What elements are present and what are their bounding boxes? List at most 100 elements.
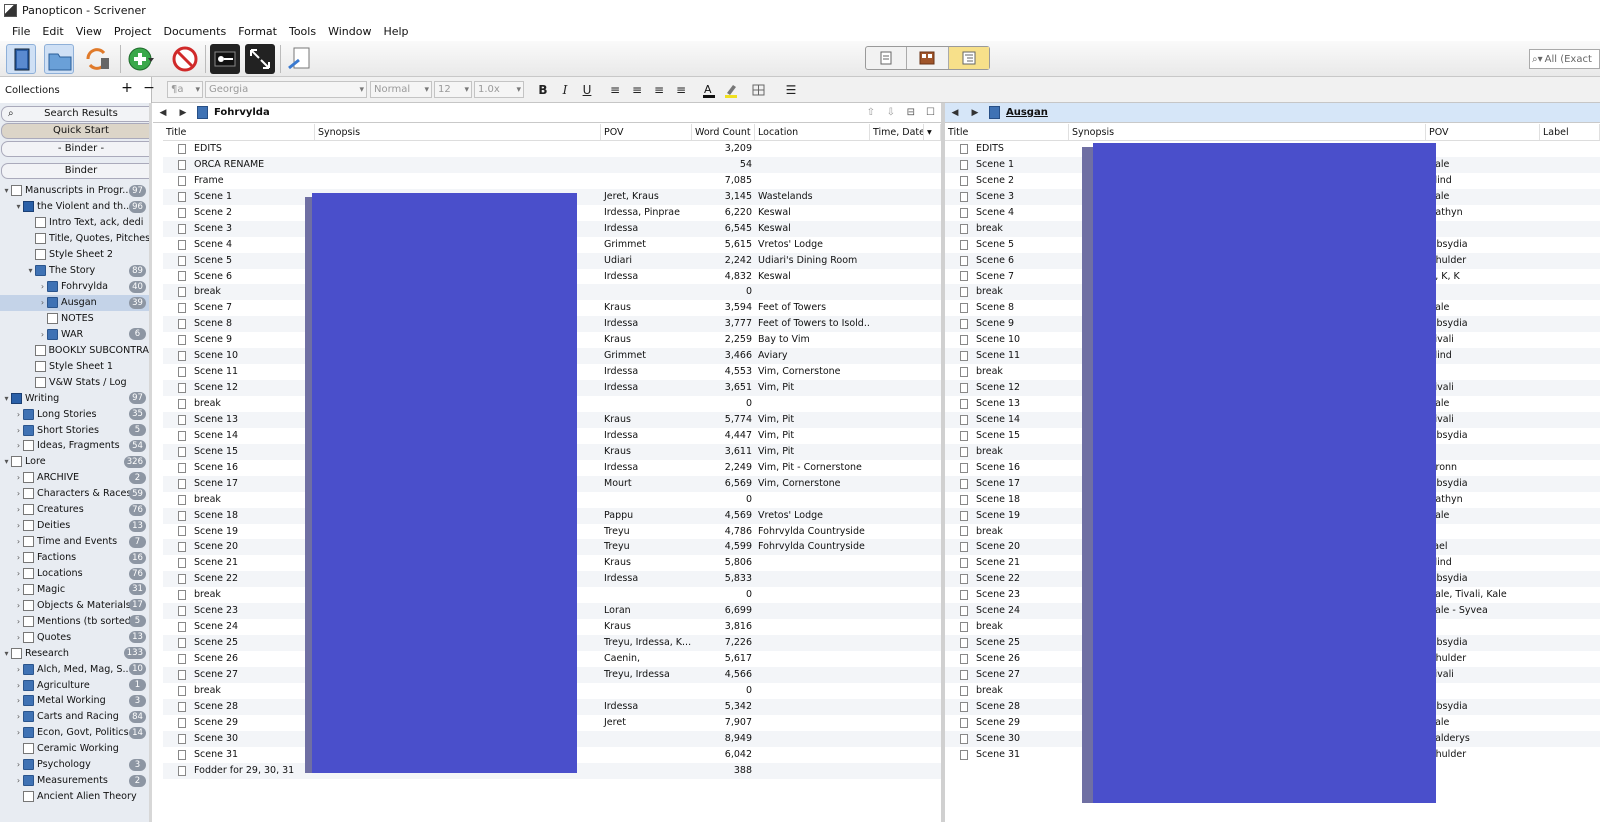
highlight-icon[interactable] — [722, 81, 740, 99]
binder-item[interactable]: ▾ Manuscripts in Progr... 97 — [0, 183, 151, 199]
arrow-down-icon[interactable]: ⇩ — [887, 107, 895, 118]
col-location[interactable]: Location — [755, 124, 870, 140]
binder-item[interactable]: › Fohrvylda 40 — [0, 279, 151, 295]
binder-item[interactable]: › Psychology 3 — [0, 757, 151, 773]
chevron-right-icon[interactable]: › — [38, 330, 47, 339]
binder-item[interactable]: ▾ Research 133 — [0, 645, 151, 661]
chevron-right-icon[interactable]: › — [14, 489, 23, 498]
chevron-right-icon[interactable]: › — [14, 426, 23, 435]
binder-item[interactable]: › Magic 31 — [0, 581, 151, 597]
binder-item[interactable]: ▾ The Story 89 — [0, 263, 151, 279]
weight-select[interactable]: Normal — [370, 81, 432, 98]
menu-project[interactable]: Project — [108, 25, 158, 38]
chevron-right-icon[interactable]: › — [14, 681, 23, 690]
binder-item[interactable]: › Objects & Materials 17 — [0, 597, 151, 613]
col-word-count[interactable]: Word Count — [692, 124, 755, 140]
chevron-right-icon[interactable]: › — [14, 441, 23, 450]
close-split-icon[interactable]: ☐ — [926, 107, 935, 118]
collections-icon[interactable] — [44, 44, 74, 74]
binder-item[interactable]: Ancient Alien Theory — [0, 789, 151, 805]
binder-item[interactable]: › Agriculture 1 — [0, 677, 151, 693]
col-synopsis[interactable]: Synopsis — [1069, 124, 1426, 140]
column-menu-icon[interactable]: ▾ — [924, 124, 941, 140]
quick-start-tab[interactable]: Quick Start — [1, 123, 151, 139]
add-collection-button[interactable]: + — [118, 80, 136, 98]
bold-button[interactable]: B — [534, 81, 552, 99]
table-row[interactable]: EDITS 3,209 — [163, 141, 941, 157]
align-left-icon[interactable]: ≡ — [606, 81, 624, 99]
binder-item[interactable]: › Short Stories 5 — [0, 422, 151, 438]
col-title[interactable]: Title — [945, 124, 1069, 140]
chevron-right-icon[interactable]: › — [14, 553, 23, 562]
binder-item[interactable]: › ARCHIVE 2 — [0, 470, 151, 486]
chevron-down-icon[interactable]: ▾ — [26, 266, 35, 275]
delete-icon[interactable] — [170, 44, 200, 74]
font-select[interactable]: Georgia — [205, 81, 367, 98]
forward-icon[interactable]: ▶ — [173, 108, 193, 118]
binder-tab[interactable]: Binder — [1, 163, 151, 179]
menu-window[interactable]: Window — [322, 25, 377, 38]
col-title[interactable]: Title — [163, 124, 315, 140]
add-icon[interactable] — [126, 44, 156, 74]
align-right-icon[interactable]: ≡ — [650, 81, 668, 99]
binder-item[interactable]: Title, Quotes, Pitches — [0, 231, 151, 247]
binder-item[interactable]: Intro Text, ack, dedi — [0, 215, 151, 231]
binder-item[interactable]: › Carts and Racing 84 — [0, 709, 151, 725]
chevron-right-icon[interactable]: › — [14, 473, 23, 482]
chevron-right-icon[interactable]: › — [14, 696, 23, 705]
binder-item[interactable]: › Locations 76 — [0, 566, 151, 582]
binder-item[interactable]: ▾ Lore 326 — [0, 454, 151, 470]
table-icon[interactable] — [750, 81, 768, 99]
binder-item[interactable]: ▾ the Violent and th... 96 — [0, 199, 151, 215]
binder-item[interactable]: › Ideas, Fragments 54 — [0, 438, 151, 454]
binder-item[interactable]: Style Sheet 2 — [0, 247, 151, 263]
arrow-up-icon[interactable]: ⇧ — [867, 107, 875, 118]
chevron-down-icon[interactable]: ▾ — [2, 649, 11, 658]
outliner-icon[interactable] — [948, 47, 989, 69]
fullscreen-icon[interactable] — [245, 44, 275, 74]
chevron-right-icon[interactable]: › — [14, 633, 23, 642]
remove-collection-button[interactable]: − — [140, 80, 158, 98]
menu-format[interactable]: Format — [232, 25, 283, 38]
binder-item[interactable]: › Metal Working 3 — [0, 693, 151, 709]
binder-item[interactable]: › Econ, Govt, Politics 14 — [0, 725, 151, 741]
chevron-right-icon[interactable]: › — [38, 298, 47, 307]
binder-item[interactable]: NOTES — [0, 311, 151, 327]
chevron-right-icon[interactable]: › — [14, 521, 23, 530]
binder-item[interactable]: › Characters & Races 59 — [0, 486, 151, 502]
binder-item[interactable]: › Quotes 13 — [0, 629, 151, 645]
binder-item[interactable]: ▾ Writing 97 — [0, 390, 151, 406]
binder-item[interactable]: › Deities 13 — [0, 518, 151, 534]
binder-icon[interactable] — [6, 44, 36, 74]
chevron-right-icon[interactable]: › — [14, 617, 23, 626]
menu-help[interactable]: Help — [377, 25, 414, 38]
line-spacing-select[interactable]: 1.0x — [474, 81, 524, 98]
back-icon[interactable]: ◀ — [153, 108, 173, 118]
chevron-right-icon[interactable]: › — [14, 760, 23, 769]
keywords-icon[interactable] — [210, 44, 240, 74]
search-results-tab[interactable]: ⌕ Search Results — [1, 106, 151, 122]
binder-item[interactable]: › Factions 16 — [0, 550, 151, 566]
size-select[interactable]: 12 — [434, 81, 472, 98]
binder-item[interactable]: › Ausgan 39 — [0, 294, 151, 311]
project-search-field[interactable]: ⌕▾ All (Exact — [1529, 49, 1600, 69]
text-color-icon[interactable]: A — [700, 81, 718, 99]
binder-header-tab[interactable]: - Binder - — [1, 141, 151, 157]
split-icon[interactable]: ⊟ — [907, 107, 915, 118]
col-pov[interactable]: POV — [1426, 124, 1540, 140]
chevron-right-icon[interactable]: › — [14, 505, 23, 514]
table-row[interactable]: ORCA RENAME 54 — [163, 156, 941, 173]
sidebar-scrollbar[interactable] — [149, 103, 152, 822]
chevron-right-icon[interactable]: › — [14, 410, 23, 419]
binder-item[interactable]: V&W Stats / Log — [0, 374, 151, 390]
table-row[interactable]: Frame 7,085 — [163, 173, 941, 189]
binder-item[interactable]: Ceramic Working — [0, 741, 151, 757]
binder-item[interactable]: › Time and Events 7 — [0, 534, 151, 550]
chevron-right-icon[interactable]: › — [14, 712, 23, 721]
chevron-right-icon[interactable]: › — [38, 282, 47, 291]
binder-item[interactable]: › Long Stories 35 — [0, 406, 151, 422]
binder-item[interactable]: › WAR 6 — [0, 326, 151, 342]
corkboard-icon[interactable] — [907, 47, 949, 69]
chevron-right-icon[interactable]: › — [14, 601, 23, 610]
list-icon[interactable]: ☰ — [782, 81, 800, 99]
